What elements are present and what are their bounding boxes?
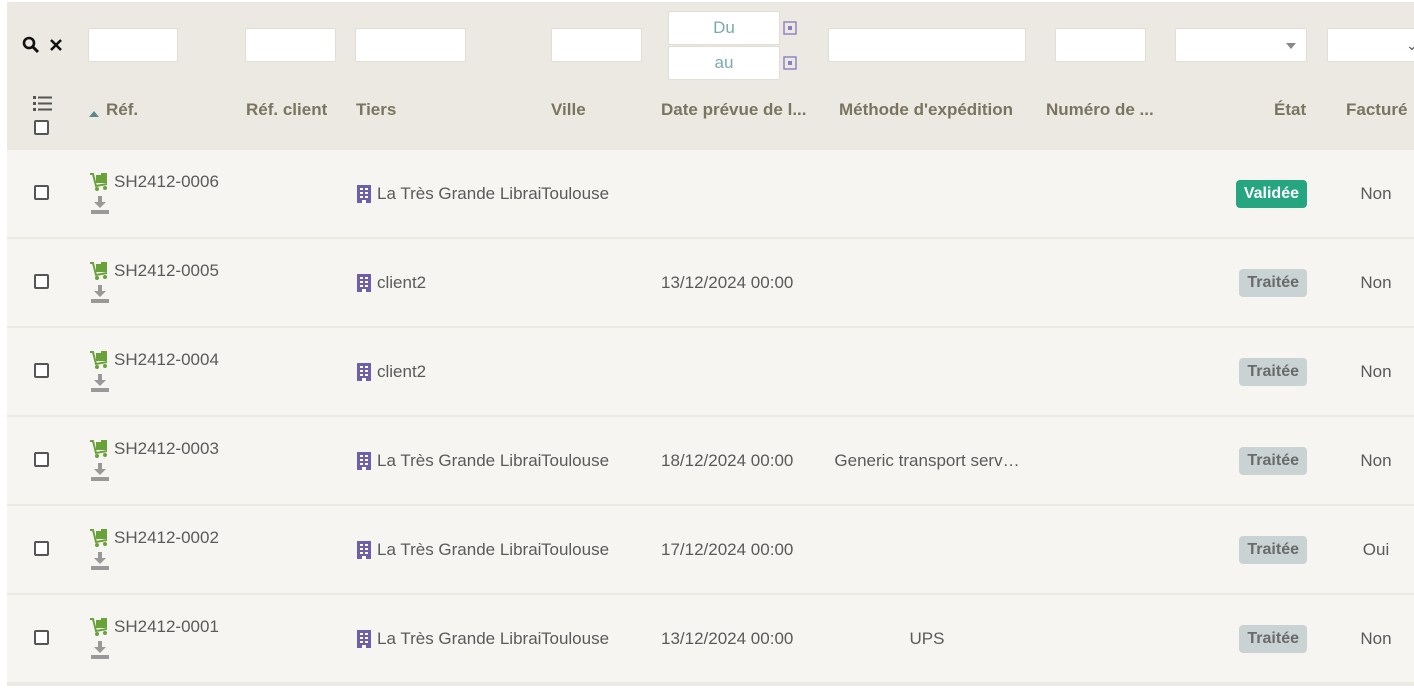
column-header-facture[interactable]: Facturé	[1346, 100, 1407, 120]
filter-numero-input[interactable]	[1055, 28, 1146, 62]
status-badge: Validée	[1235, 180, 1307, 208]
shipment-icon[interactable]	[89, 617, 109, 637]
status-badge: Traitée	[1239, 269, 1307, 297]
row-ref-link[interactable]: SH2412-0006	[114, 172, 219, 192]
row-ref-link[interactable]: SH2412-0005	[114, 261, 219, 281]
row-checkbox[interactable]	[34, 274, 49, 289]
row-facture: Non	[1360, 629, 1392, 648]
filter-methode-input[interactable]	[828, 28, 1026, 62]
filter-facture-select[interactable]: ⌄	[1327, 28, 1414, 62]
status-badge: Traitée	[1239, 358, 1307, 386]
filter-ville-input[interactable]	[551, 28, 642, 62]
shipment-icon[interactable]	[89, 261, 109, 281]
column-header-date-prevue[interactable]: Date prévue de l...	[661, 100, 811, 120]
download-icon[interactable]	[91, 641, 109, 659]
status-badge: Traitée	[1239, 447, 1307, 475]
shipment-icon[interactable]	[89, 172, 109, 192]
row-methode: Generic transport serv…	[834, 451, 1020, 470]
company-icon	[357, 452, 371, 470]
table-row[interactable]	[7, 150, 1414, 237]
search-icon[interactable]	[22, 36, 40, 54]
shipment-icon[interactable]	[89, 528, 109, 548]
column-header-ville[interactable]: Ville	[551, 100, 586, 120]
download-icon[interactable]	[91, 285, 109, 303]
row-checkbox[interactable]	[34, 630, 49, 645]
shipment-icon[interactable]	[89, 439, 109, 459]
chevron-down-icon: ⌄	[1406, 37, 1414, 53]
download-icon[interactable]	[91, 374, 109, 392]
company-icon	[357, 185, 371, 203]
row-facture: Oui	[1362, 540, 1390, 559]
filter-ref-input[interactable]	[88, 28, 178, 62]
row-facture: Non	[1360, 273, 1392, 292]
column-header-methode[interactable]: Méthode d'expédition	[839, 100, 1013, 120]
row-tiers-link[interactable]: client2	[377, 273, 542, 293]
row-facture: Non	[1360, 451, 1392, 470]
row-methode: UPS	[909, 629, 945, 648]
row-facture: Non	[1360, 362, 1392, 381]
row-ref-link[interactable]: SH2412-0001	[114, 617, 219, 637]
row-checkbox[interactable]	[34, 452, 49, 467]
column-header-ref-client[interactable]: Réf. client	[246, 100, 327, 120]
status-badge: Traitée	[1239, 536, 1307, 564]
calendar-icon[interactable]	[783, 21, 797, 35]
download-icon[interactable]	[91, 552, 109, 570]
calendar-icon[interactable]	[783, 56, 797, 70]
download-icon[interactable]	[91, 196, 109, 214]
company-icon	[357, 541, 371, 559]
row-date-prevue: 13/12/2024 00:00	[661, 273, 794, 292]
row-tiers-link[interactable]: La Très Grande Librai	[377, 451, 542, 471]
shipment-icon[interactable]	[89, 350, 109, 370]
row-ref-link[interactable]: SH2412-0002	[114, 528, 219, 548]
status-badge: Traitée	[1239, 625, 1307, 653]
row-ville: Toulouse	[541, 629, 610, 648]
column-header-tiers[interactable]: Tiers	[356, 100, 396, 120]
row-tiers-link[interactable]: client2	[377, 362, 542, 382]
row-tiers-link[interactable]: La Très Grande Librai	[377, 629, 542, 649]
select-all-checkbox[interactable]	[34, 120, 49, 135]
row-ref-link[interactable]: SH2412-0003	[114, 439, 219, 459]
table-row[interactable]	[7, 328, 1414, 415]
sort-asc-icon[interactable]	[89, 111, 99, 117]
filter-etat-select[interactable]	[1175, 28, 1307, 62]
row-date-prevue: 17/12/2024 00:00	[661, 540, 794, 559]
row-tiers-link[interactable]: La Très Grande Librai	[377, 184, 542, 204]
column-header-ref[interactable]: Réf.	[106, 100, 138, 120]
row-date-prevue: 13/12/2024 00:00	[661, 629, 794, 648]
column-header-etat[interactable]: État	[1274, 100, 1306, 120]
row-checkbox[interactable]	[34, 541, 49, 556]
row-ville: Toulouse	[541, 540, 610, 559]
company-icon	[357, 274, 371, 292]
chevron-down-icon	[1286, 43, 1296, 49]
company-icon	[357, 363, 371, 381]
row-checkbox[interactable]	[34, 185, 49, 200]
filter-tiers-input[interactable]	[355, 28, 466, 62]
clear-filter-icon[interactable]	[48, 37, 64, 53]
filter-date-to-input[interactable]: au	[668, 46, 780, 80]
download-icon[interactable]	[91, 463, 109, 481]
row-ville: Toulouse	[541, 451, 610, 470]
filter-ref-client-input[interactable]	[245, 28, 336, 62]
row-tiers-link[interactable]: La Très Grande Librai	[377, 540, 542, 560]
filter-date-from-input[interactable]: Du	[668, 11, 780, 45]
row-checkbox[interactable]	[34, 363, 49, 378]
column-header-numero[interactable]: Numéro de ...	[1046, 100, 1156, 120]
row-ref-link[interactable]: SH2412-0004	[114, 350, 219, 370]
row-date-prevue: 18/12/2024 00:00	[661, 451, 794, 470]
row-facture: Non	[1360, 184, 1392, 203]
list-columns-icon[interactable]	[33, 95, 53, 113]
row-ville: Toulouse	[541, 184, 610, 203]
company-icon	[357, 630, 371, 648]
